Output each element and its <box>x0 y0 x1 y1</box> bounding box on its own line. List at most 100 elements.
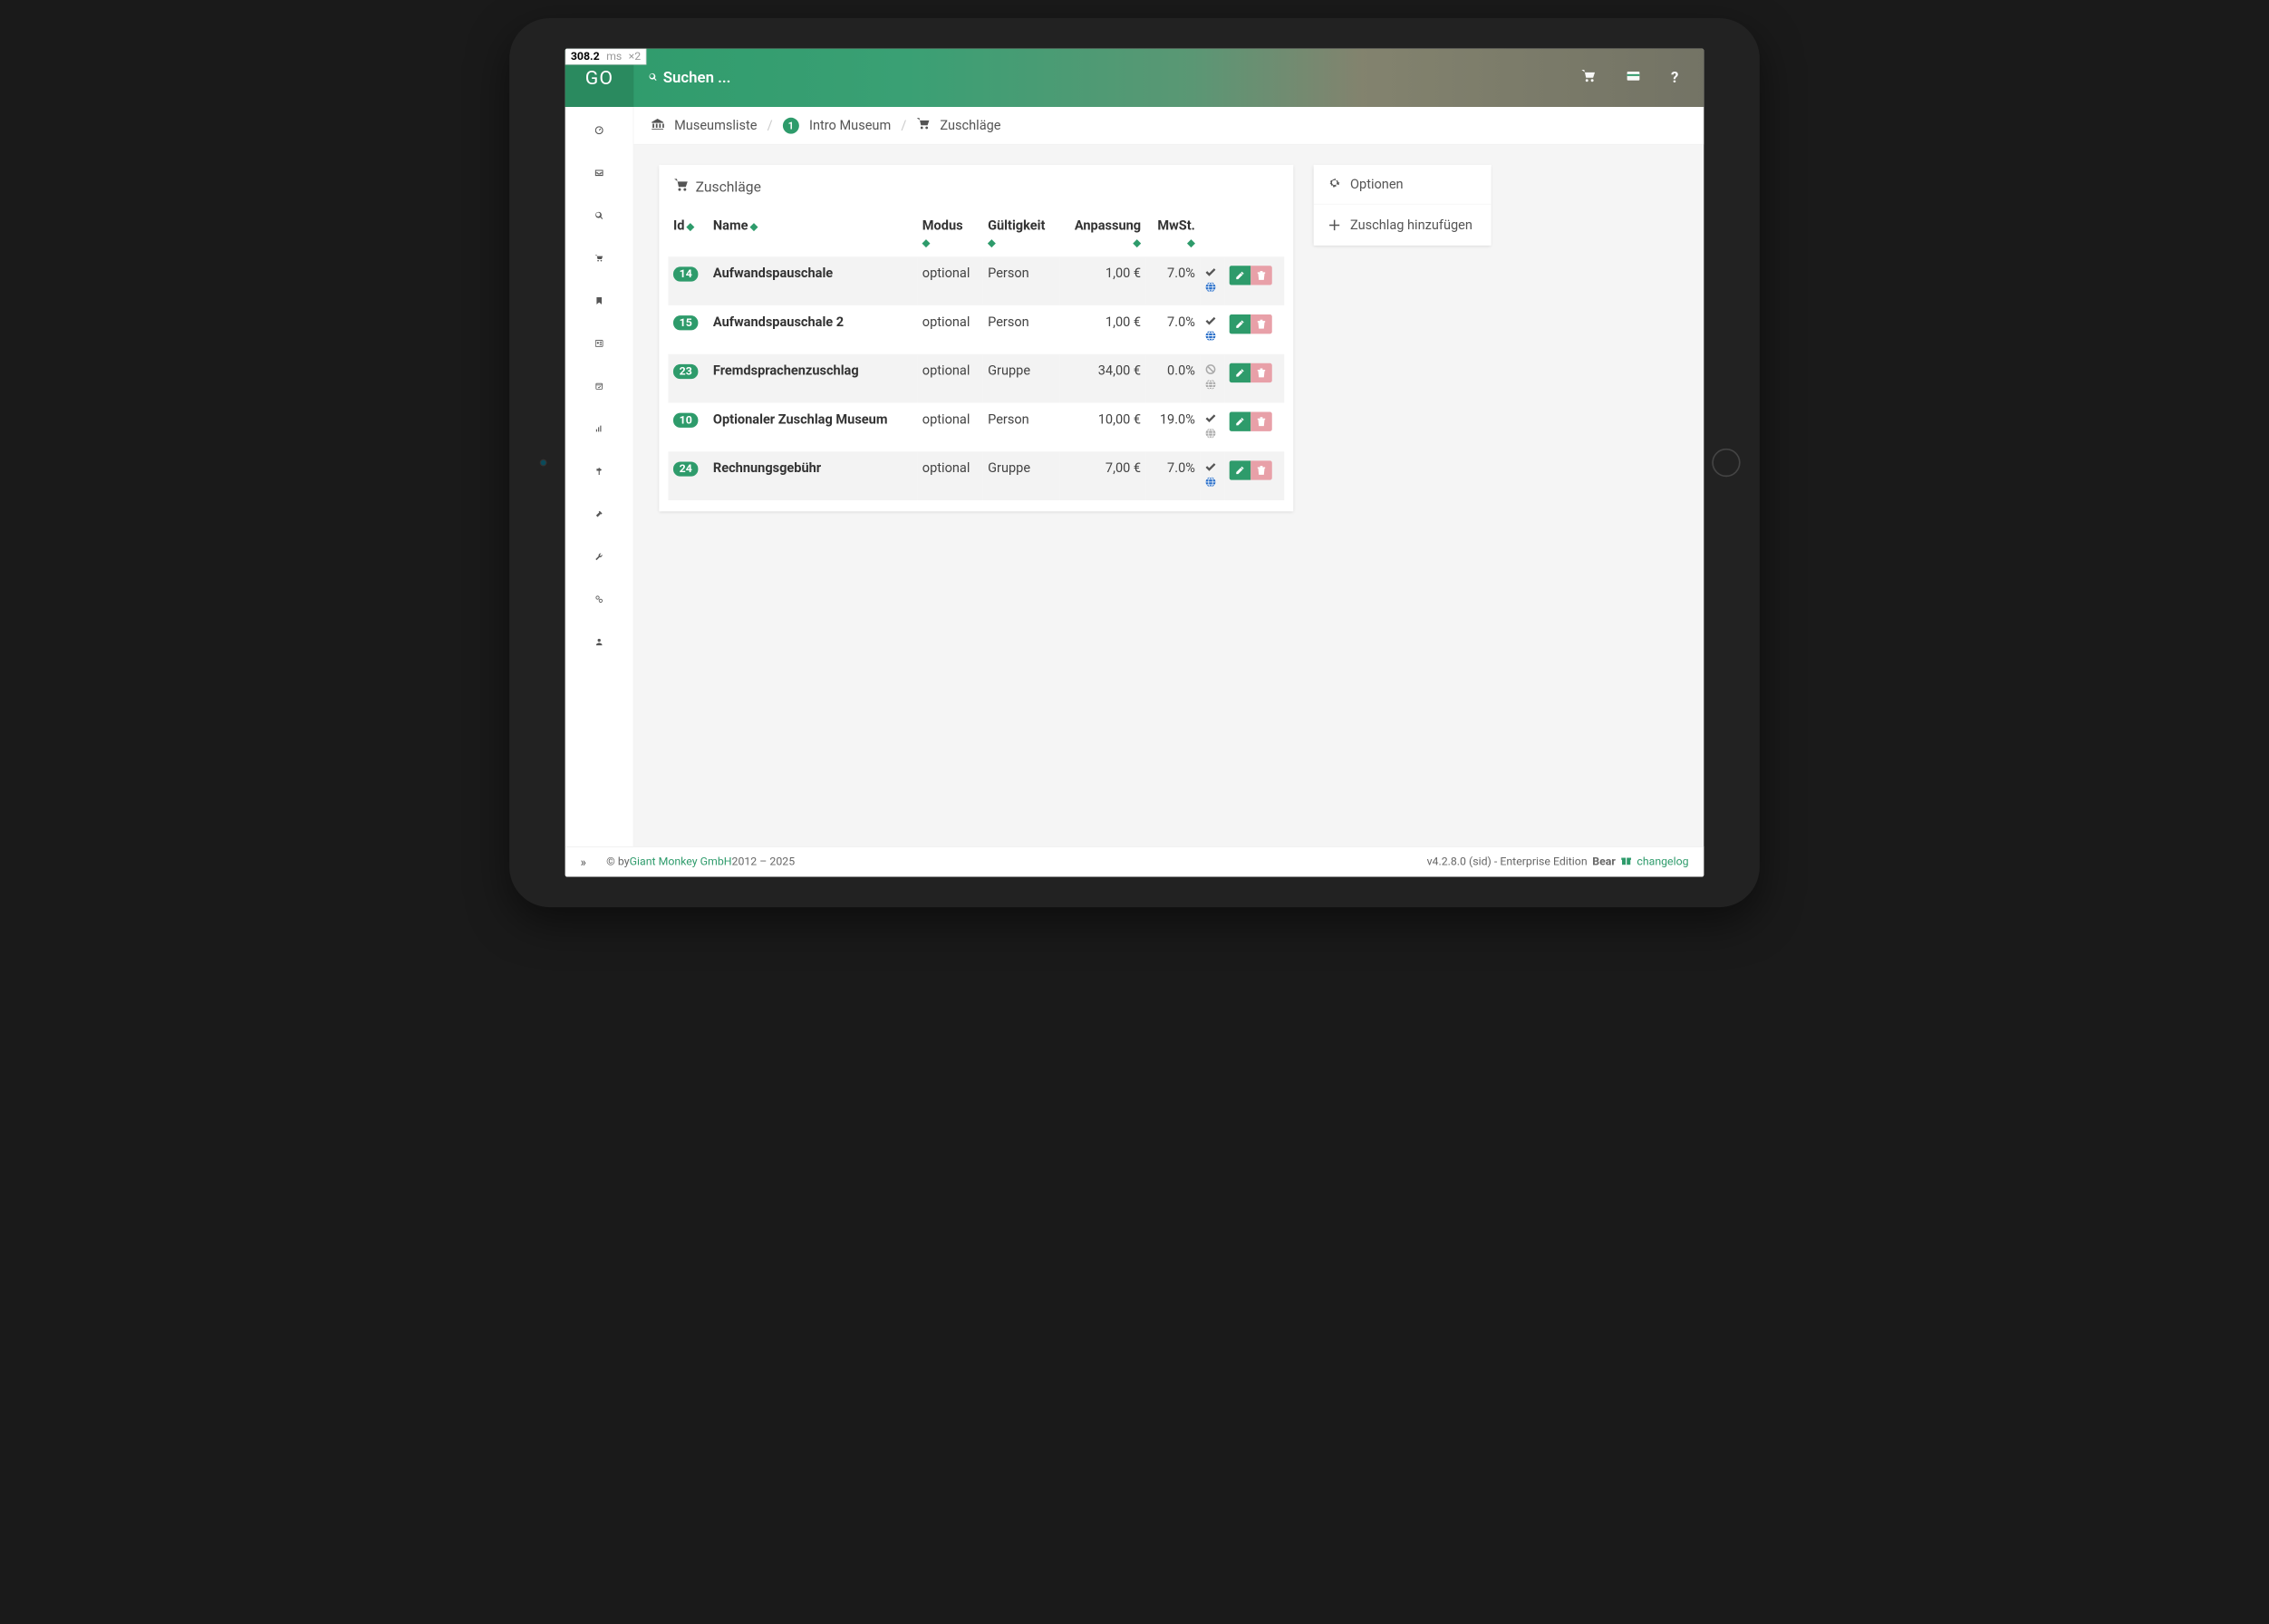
row-anpassung: 34,00 € <box>1059 354 1146 403</box>
copyright-pre: © by <box>606 856 629 868</box>
table-row: 14AufwandspauschaleoptionalPerson1,00 €7… <box>668 256 1284 305</box>
app-header: GO ? <box>565 49 1704 107</box>
perf-time: 308.2 <box>571 50 600 63</box>
gears-icon[interactable] <box>591 591 607 607</box>
row-modus: optional <box>917 305 982 354</box>
footer: » © by Giant Monkey GmbH 2012 – 2025 v4.… <box>565 846 1704 877</box>
row-mwst: 7.0% <box>1146 305 1201 354</box>
tablet-camera <box>540 459 547 467</box>
ban-icon <box>1205 365 1216 378</box>
edit-button[interactable] <box>1230 266 1251 285</box>
main-area: Museumsliste / 1 Intro Museum / Zuschläg… <box>633 107 1704 846</box>
bookmark-icon[interactable] <box>591 293 607 309</box>
edit-button[interactable] <box>1230 412 1251 431</box>
card-icon[interactable] <box>1627 69 1641 87</box>
col-id[interactable]: Id◆ <box>668 209 708 257</box>
row-name[interactable]: Rechnungsgebühr <box>708 451 917 500</box>
edit-button[interactable] <box>1230 363 1251 382</box>
breadcrumb-current: Zuschläge <box>940 118 1000 133</box>
inbox-icon[interactable] <box>591 165 607 181</box>
search-nav-icon[interactable] <box>591 208 607 224</box>
perf-unit: ms <box>606 50 622 63</box>
delete-button[interactable] <box>1250 412 1272 431</box>
delete-button[interactable] <box>1250 363 1272 382</box>
table-row: 23FremdsprachenzuschlagoptionalGruppe34,… <box>668 354 1284 403</box>
edition-name: Bear <box>1592 856 1616 868</box>
delete-button[interactable] <box>1250 460 1272 479</box>
user-icon[interactable] <box>591 633 607 650</box>
col-mwst[interactable]: MwSt.◆ <box>1146 209 1201 257</box>
cart-icon <box>674 178 689 196</box>
wrench-icon[interactable] <box>591 548 607 565</box>
row-name[interactable]: Aufwandspauschale <box>708 256 917 305</box>
company-link[interactable]: Giant Monkey GmbH <box>630 856 732 868</box>
row-modus: optional <box>917 451 982 500</box>
row-status <box>1201 256 1225 305</box>
cart-icon <box>917 117 931 133</box>
row-anpassung: 1,00 € <box>1059 305 1146 354</box>
signpost-icon[interactable] <box>591 463 607 479</box>
panel-body: Id◆ Name◆ Modus◆ Gültigkeit◆ Anpassung◆ … <box>659 209 1293 512</box>
options-title: Optionen <box>1350 177 1404 192</box>
breadcrumb-museum[interactable]: Intro Museum <box>809 118 891 133</box>
surcharges-table: Id◆ Name◆ Modus◆ Gültigkeit◆ Anpassung◆ … <box>668 209 1284 500</box>
app-body: Museumsliste / 1 Intro Museum / Zuschläg… <box>565 107 1704 846</box>
calendar-icon[interactable] <box>591 378 607 394</box>
col-anpassung[interactable]: Anpassung◆ <box>1059 209 1146 257</box>
add-surcharge-label: Zuschlag hinzufügen <box>1350 218 1472 233</box>
col-gueltigkeit[interactable]: Gültigkeit◆ <box>982 209 1058 257</box>
globe-icon <box>1205 381 1216 393</box>
row-status <box>1201 305 1225 354</box>
options-header: Optionen <box>1314 165 1492 204</box>
breadcrumb-sep: / <box>768 118 773 133</box>
shop-icon[interactable] <box>591 250 607 266</box>
row-mwst: 7.0% <box>1146 256 1201 305</box>
panel-title: Zuschläge <box>696 179 761 195</box>
row-name[interactable]: Aufwandspauschale 2 <box>708 305 917 354</box>
stats-icon[interactable] <box>591 420 607 437</box>
breadcrumb-museumsliste[interactable]: Museumsliste <box>674 118 757 133</box>
row-status <box>1201 354 1225 403</box>
expand-sidebar-icon[interactable]: » <box>580 855 585 869</box>
row-id: 24 <box>673 461 699 476</box>
row-name[interactable]: Optionaler Zuschlag Museum <box>708 402 917 451</box>
globe-icon <box>1205 430 1216 442</box>
museum-icon <box>651 117 664 133</box>
sidebar <box>565 107 634 846</box>
changelog-link[interactable]: changelog <box>1637 856 1688 868</box>
tablet-frame: 308.2 ms ×2 GO ? <box>509 18 1760 907</box>
row-gueltigkeit: Person <box>982 305 1058 354</box>
cart-icon[interactable] <box>1581 69 1596 87</box>
version-text: v4.2.8.0 (sid) - Enterprise Edition <box>1427 856 1588 868</box>
row-id: 14 <box>673 266 699 281</box>
row-name[interactable]: Fremdsprachenzuschlag <box>708 354 917 403</box>
breadcrumb-sep: / <box>901 118 906 133</box>
col-name[interactable]: Name◆ <box>708 209 917 257</box>
row-anpassung: 10,00 € <box>1059 402 1146 451</box>
breadcrumb-museum-badge: 1 <box>783 117 799 133</box>
dashboard-icon[interactable] <box>591 122 607 139</box>
delete-button[interactable] <box>1250 314 1272 334</box>
contact-icon[interactable] <box>591 335 607 352</box>
gavel-icon[interactable] <box>591 506 607 522</box>
edit-button[interactable] <box>1230 460 1251 479</box>
check-icon <box>1205 414 1216 427</box>
row-gueltigkeit: Person <box>982 402 1058 451</box>
plus-icon: ＋ <box>1328 216 1341 235</box>
help-icon[interactable]: ? <box>1671 69 1678 87</box>
col-modus[interactable]: Modus◆ <box>917 209 982 257</box>
search-input[interactable] <box>663 69 866 87</box>
table-row: 10Optionaler Zuschlag MuseumoptionalPers… <box>668 402 1284 451</box>
row-id: 10 <box>673 413 699 428</box>
perf-mult: ×2 <box>629 50 642 63</box>
add-surcharge-button[interactable]: ＋ Zuschlag hinzufügen <box>1314 204 1492 246</box>
tablet-home-button[interactable] <box>1712 449 1740 477</box>
breadcrumb: Museumsliste / 1 Intro Museum / Zuschläg… <box>633 107 1704 144</box>
app-screen: 308.2 ms ×2 GO ? <box>565 49 1704 877</box>
edit-button[interactable] <box>1230 314 1251 334</box>
delete-button[interactable] <box>1250 266 1272 285</box>
row-mwst: 7.0% <box>1146 451 1201 500</box>
row-gueltigkeit: Gruppe <box>982 451 1058 500</box>
gift-icon <box>1620 855 1631 869</box>
row-modus: optional <box>917 256 982 305</box>
